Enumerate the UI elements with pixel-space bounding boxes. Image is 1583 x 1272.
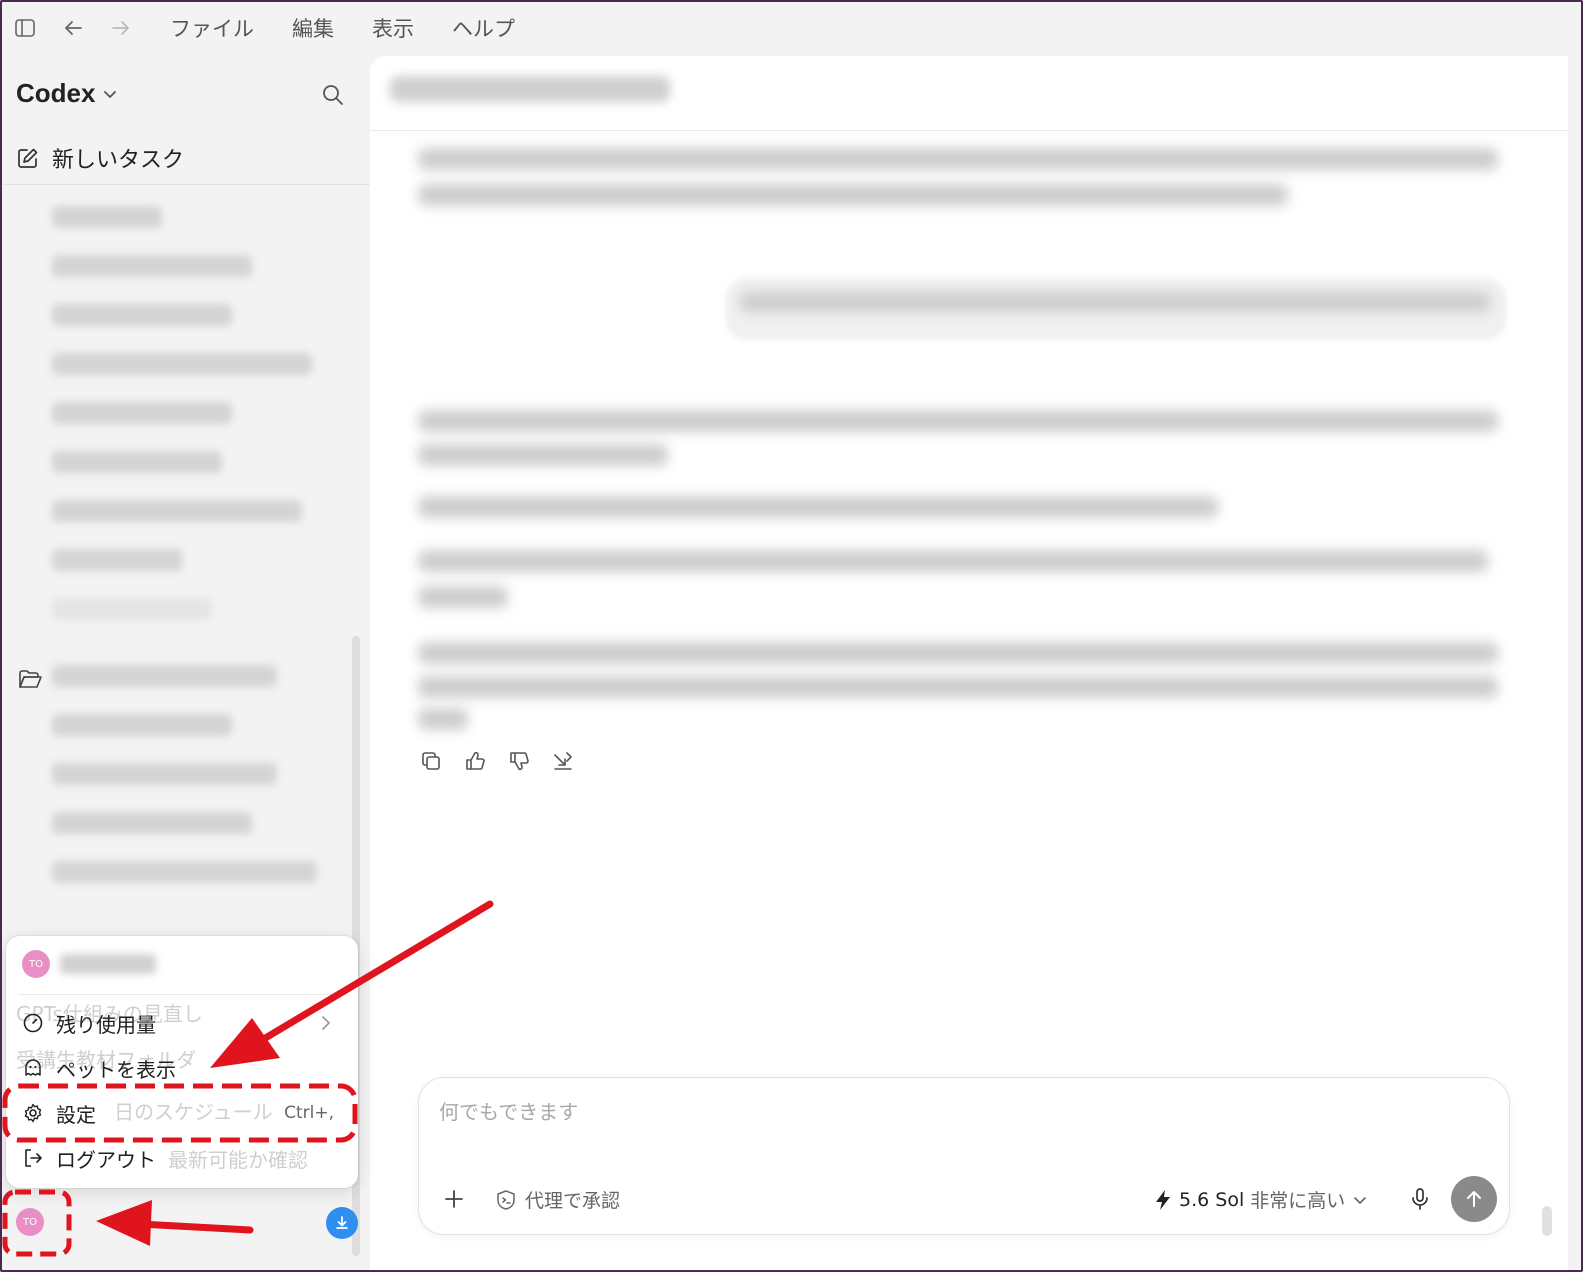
thread-item[interactable]	[52, 353, 312, 375]
pet-icon	[25, 1059, 41, 1076]
microphone-button[interactable]	[1407, 1186, 1435, 1214]
chevron-down-icon	[1354, 1196, 1367, 1204]
thread-item[interactable]	[52, 451, 222, 473]
thumbs-up-icon[interactable]	[464, 750, 486, 772]
account-menu: TO GPTs仕組みの見直し 受講生教材フォルダ 日のスケジュール 最新可能か確…	[6, 936, 358, 1188]
back-arrow-icon[interactable]	[60, 15, 86, 41]
gauge-icon	[23, 1013, 43, 1033]
thread-item[interactable]	[52, 598, 212, 620]
thread-item[interactable]	[52, 549, 182, 571]
shield-terminal-icon	[497, 1189, 515, 1210]
gear-icon	[24, 1103, 42, 1123]
composer: 代理で承認 5.6 Sol 非常に高い	[418, 1077, 1510, 1235]
thread-item[interactable]	[52, 402, 232, 424]
thread-list	[52, 206, 317, 910]
settings-menu-item[interactable]: 設定 Ctrl+,	[22, 1093, 348, 1133]
model-name: 5.6 Sol	[1179, 1188, 1245, 1211]
user-name-blurred	[60, 954, 156, 974]
menu-edit[interactable]: 編集	[292, 13, 334, 43]
arrow-up-icon	[1467, 1191, 1481, 1207]
remaining-usage-label: 残り使用量	[56, 1012, 156, 1037]
account-avatar[interactable]: TO	[16, 1208, 44, 1236]
thread-item[interactable]	[52, 255, 252, 277]
popup-user: TO	[22, 950, 156, 978]
settings-label: 設定	[56, 1102, 96, 1127]
sidebar-toggle-icon[interactable]	[12, 15, 38, 41]
reasoning-effort: 非常に高い	[1250, 1190, 1346, 1212]
model-selector[interactable]: 5.6 Sol 非常に高い	[1153, 1186, 1369, 1213]
logout-icon	[25, 1149, 42, 1167]
settings-shortcut: Ctrl+,	[284, 1103, 334, 1123]
thread-item[interactable]	[52, 500, 302, 522]
show-pet-menu-item[interactable]: ペットを表示	[22, 1048, 348, 1088]
app-name: Codex	[16, 78, 96, 108]
user-message-text-blurred	[740, 292, 1490, 312]
thread-item[interactable]	[52, 861, 317, 883]
forward-arrow-icon[interactable]	[108, 15, 134, 41]
download-icon	[336, 1216, 348, 1229]
add-attachment-button[interactable]	[441, 1186, 469, 1214]
account-bar: TO	[0, 1186, 370, 1256]
avatar-initials: TO	[23, 1216, 37, 1228]
workspace-switcher[interactable]: Codex	[16, 78, 119, 109]
thread-item[interactable]	[52, 812, 252, 834]
menu-file[interactable]: ファイル	[170, 13, 254, 43]
main-scrollbar[interactable]	[1542, 1206, 1552, 1236]
copy-icon[interactable]	[420, 750, 442, 772]
download-update-button[interactable]	[326, 1207, 358, 1239]
show-pet-label: ペットを表示	[56, 1057, 176, 1082]
lightning-icon	[1156, 1189, 1170, 1210]
conversation-title	[390, 76, 690, 112]
logout-menu-item[interactable]: ログアウト	[22, 1138, 348, 1178]
approval-mode-button[interactable]: 代理で承認	[495, 1186, 620, 1213]
plus-icon	[445, 1190, 463, 1208]
menu-help[interactable]: ヘルプ	[452, 13, 515, 43]
header-divider	[370, 130, 1568, 131]
chevron-right-icon	[322, 1016, 330, 1030]
remaining-usage-menu-item[interactable]: 残り使用量	[22, 1003, 348, 1043]
conversation-panel: 代理で承認 5.6 Sol 非常に高い	[370, 56, 1568, 1272]
popup-separator	[18, 994, 346, 995]
popup-avatar: TO	[22, 950, 50, 978]
thumbs-down-icon[interactable]	[508, 750, 530, 772]
menu-bar: ファイル 編集 表示 ヘルプ	[0, 0, 1583, 56]
new-task-label: 新しいタスク	[52, 148, 185, 173]
logout-label: ログアウト	[56, 1147, 156, 1172]
edit-icon	[18, 148, 38, 168]
sidebar-divider	[0, 184, 370, 185]
search-icon[interactable]	[320, 82, 348, 110]
thread-item[interactable]	[52, 206, 162, 228]
approval-mode-label: 代理で承認	[525, 1190, 621, 1212]
project-name[interactable]	[52, 665, 277, 687]
prompt-input[interactable]	[439, 1100, 1479, 1124]
menu-view[interactable]: 表示	[372, 13, 414, 43]
share-icon[interactable]	[552, 750, 574, 772]
message-actions	[420, 750, 574, 772]
new-task-button[interactable]: 新しいタスク	[16, 142, 184, 174]
folder-open-icon[interactable]	[18, 668, 42, 694]
send-button[interactable]	[1451, 1176, 1497, 1222]
thread-item[interactable]	[52, 763, 277, 785]
chevron-down-icon	[104, 90, 117, 98]
microphone-icon	[1412, 1188, 1428, 1210]
popup-avatar-initials: TO	[29, 958, 43, 970]
thread-item[interactable]	[52, 304, 232, 326]
thread-item[interactable]	[52, 714, 232, 736]
